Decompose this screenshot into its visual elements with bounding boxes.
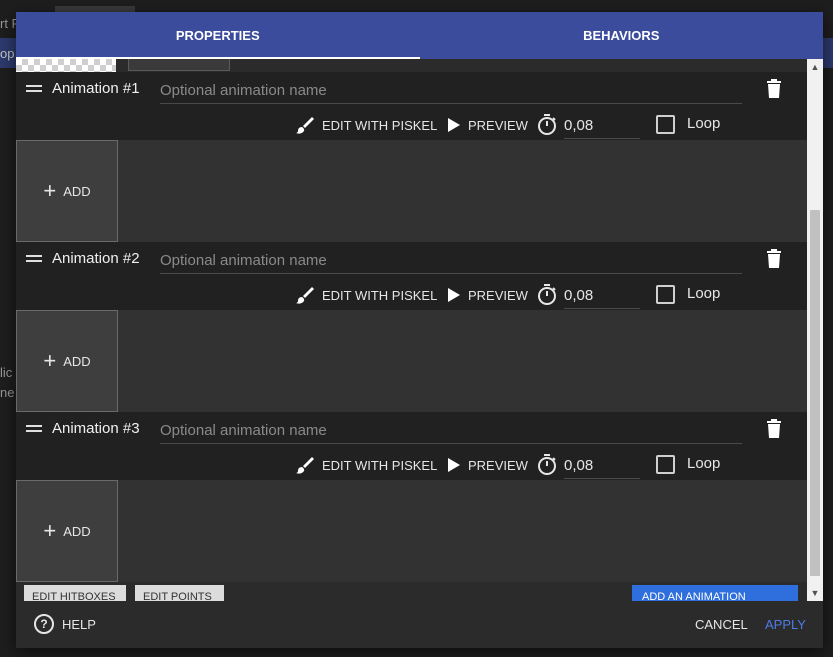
edit-points-button[interactable]: EDIT POINTS <box>135 585 224 601</box>
timer-icon <box>536 454 558 476</box>
edit-with-piskel-button[interactable]: EDIT WITH PISKEL <box>296 452 437 478</box>
animation-header: Animation #1 EDIT WITH PISKEL PREVIEW <box>16 72 807 140</box>
brush-icon <box>296 117 314 134</box>
duration-input[interactable] <box>564 112 640 139</box>
preview-label: PREVIEW <box>468 287 528 303</box>
drag-handle-icon[interactable] <box>26 85 42 93</box>
plus-icon: + <box>43 178 57 203</box>
tab-label: PROPERTIES <box>175 28 260 43</box>
animation-header: Animation #3 EDIT WITH PISKEL PREVIEW <box>16 412 807 480</box>
scroll-down-icon[interactable]: ▼ <box>807 585 823 601</box>
plus-icon: + <box>43 518 57 543</box>
play-icon <box>448 458 460 472</box>
add-frame-label: ADD <box>63 183 91 199</box>
bottom-actions: EDIT HITBOXES EDIT POINTS ADD AN ANIMATI… <box>16 585 807 601</box>
timer-icon <box>536 114 558 136</box>
animation-name-input[interactable] <box>160 248 742 274</box>
dialog-footer: ? HELP CANCEL APPLY <box>16 601 823 648</box>
plus-icon: + <box>43 348 57 373</box>
frames-area: + ADD <box>16 310 807 412</box>
trash-icon[interactable] <box>766 79 782 99</box>
object-editor-dialog: PROPERTIES BEHAVIORS Animation #1 EDIT W… <box>16 12 823 648</box>
background-text: op <box>0 46 15 61</box>
animation-item: Animation #2 EDIT WITH PISKEL PREVIEW <box>16 242 807 412</box>
brush-icon <box>296 457 314 474</box>
preview-button[interactable]: PREVIEW <box>448 112 528 138</box>
help-icon: ? <box>34 614 54 634</box>
sprite-thumbnail[interactable] <box>128 59 230 71</box>
animation-name-input[interactable] <box>160 78 742 104</box>
trash-icon[interactable] <box>766 249 782 269</box>
animation-item: Animation #1 EDIT WITH PISKEL PREVIEW <box>16 72 807 242</box>
edit-with-piskel-label: EDIT WITH PISKEL <box>322 457 438 473</box>
vertical-scrollbar[interactable]: ▲ ▼ <box>807 59 823 601</box>
loop-checkbox[interactable] <box>656 285 675 304</box>
cancel-button[interactable]: CANCEL <box>695 617 748 632</box>
loop-checkbox[interactable] <box>656 115 675 134</box>
frames-area: + ADD <box>16 140 807 242</box>
animation-title: Animation #3 <box>52 420 140 437</box>
animation-name-input[interactable] <box>160 418 742 444</box>
frames-area: + ADD <box>16 480 807 582</box>
loop-label: Loop <box>687 285 721 302</box>
animation-controls: EDIT WITH PISKEL PREVIEW Loop <box>16 280 807 310</box>
edit-with-piskel-label: EDIT WITH PISKEL <box>322 117 438 133</box>
add-animation-button[interactable]: ADD AN ANIMATION <box>632 585 798 601</box>
background-text: lic <box>0 365 13 380</box>
loop-checkbox[interactable] <box>656 455 675 474</box>
scroll-up-icon[interactable]: ▲ <box>807 59 823 75</box>
preview-label: PREVIEW <box>468 457 528 473</box>
add-frame-button[interactable]: + ADD <box>16 140 118 242</box>
animation-title: Animation #1 <box>52 80 140 97</box>
animation-item: Animation #3 EDIT WITH PISKEL PREVIEW <box>16 412 807 582</box>
background-text: ne <box>0 385 15 400</box>
help-label: HELP <box>62 616 96 632</box>
loop-label: Loop <box>687 455 721 472</box>
play-icon <box>448 118 460 132</box>
edit-with-piskel-label: EDIT WITH PISKEL <box>322 287 438 303</box>
animation-controls: EDIT WITH PISKEL PREVIEW Loop <box>16 450 807 480</box>
animation-controls: EDIT WITH PISKEL PREVIEW Loop <box>16 110 807 140</box>
edit-with-piskel-button[interactable]: EDIT WITH PISKEL <box>296 282 437 308</box>
preview-button[interactable]: PREVIEW <box>448 282 528 308</box>
edit-with-piskel-button[interactable]: EDIT WITH PISKEL <box>296 112 437 138</box>
add-frame-button[interactable]: + ADD <box>16 480 118 582</box>
tab-behaviors[interactable]: BEHAVIORS <box>420 12 824 59</box>
play-icon <box>448 288 460 302</box>
duration-input[interactable] <box>564 282 640 309</box>
animation-header: Animation #2 EDIT WITH PISKEL PREVIEW <box>16 242 807 310</box>
tab-bar: PROPERTIES BEHAVIORS <box>16 12 823 59</box>
drag-handle-icon[interactable] <box>26 425 42 433</box>
brush-icon <box>296 287 314 304</box>
previous-row-strip <box>16 59 807 72</box>
add-frame-button[interactable]: + ADD <box>16 310 118 412</box>
timer-icon <box>536 284 558 306</box>
trash-icon[interactable] <box>766 419 782 439</box>
help-button[interactable]: ? HELP <box>34 614 96 634</box>
apply-button[interactable]: APPLY <box>765 617 806 632</box>
sprite-thumbnail[interactable] <box>16 59 116 72</box>
edit-hitboxes-button[interactable]: EDIT HITBOXES <box>24 585 126 601</box>
add-frame-label: ADD <box>63 523 91 539</box>
drag-handle-icon[interactable] <box>26 255 42 263</box>
duration-input[interactable] <box>564 452 640 479</box>
preview-button[interactable]: PREVIEW <box>448 452 528 478</box>
tab-label: BEHAVIORS <box>583 28 660 43</box>
add-frame-label: ADD <box>63 353 91 369</box>
preview-label: PREVIEW <box>468 117 528 133</box>
loop-label: Loop <box>687 115 721 132</box>
scrollbar-thumb[interactable] <box>810 210 820 576</box>
animations-list[interactable]: Animation #1 EDIT WITH PISKEL PREVIEW <box>16 59 807 601</box>
tab-properties[interactable]: PROPERTIES <box>16 12 420 59</box>
animation-title: Animation #2 <box>52 250 140 267</box>
